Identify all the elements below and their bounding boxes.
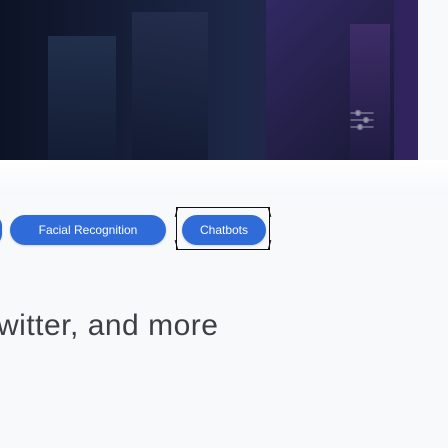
hero-shape-d [350,24,390,160]
page-viewport: Facial Recognition Chatbots witter, and … [0,0,448,448]
hero-shape-b [132,12,208,160]
hero-bottom-shadow [0,160,448,194]
page-headline: witter, and more [0,309,219,342]
hero-image [0,0,418,160]
focus-corner-bottom-left [174,240,188,250]
tag-item-facial-recognition[interactable]: Facial Recognition [10,215,166,245]
tag-item-partial[interactable] [0,215,2,245]
tag-item-chatbots[interactable]: Chatbots [182,215,266,245]
hero-shape-a [48,36,116,160]
sliders-icon[interactable] [348,108,376,132]
focus-corner-top-right [258,207,272,217]
focus-corner-top-left [174,207,188,217]
